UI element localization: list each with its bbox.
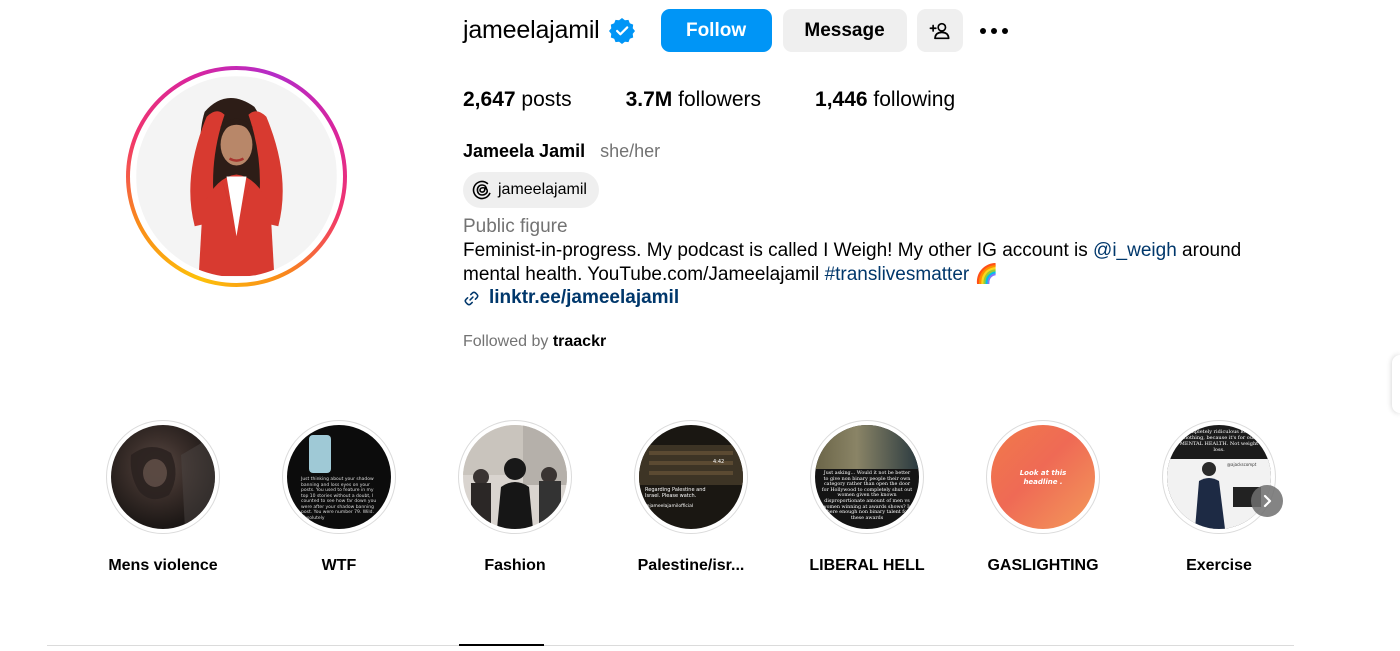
highlight-cover-mens-violence bbox=[111, 425, 215, 529]
highlight-ring: Just asking... Would it not be better to… bbox=[810, 420, 924, 534]
phone-icon bbox=[309, 435, 331, 473]
story-highlights: Mens violence Just thinking about your s… bbox=[103, 420, 1335, 575]
following-value: 1,446 bbox=[815, 88, 868, 111]
side-panel-handle[interactable] bbox=[1392, 355, 1400, 413]
highlight-cover-illustration bbox=[639, 445, 743, 485]
avatar-inner bbox=[130, 70, 343, 283]
gaslighting-cover-text: Look at this headline . bbox=[1019, 469, 1067, 486]
highlight-cover-illustration bbox=[463, 425, 567, 529]
posts-label: posts bbox=[521, 88, 572, 111]
highlight-label: Fashion bbox=[484, 557, 546, 574]
profile-link[interactable]: linktr.ee/jameelajamil bbox=[463, 287, 679, 309]
highlight-label: Mens violence bbox=[108, 557, 218, 574]
followed-by-user: traackr bbox=[552, 333, 607, 350]
highlight-cover-palestine: 4:42 Regarding Palestine and Israel. Ple… bbox=[639, 425, 743, 529]
followers-label: followers bbox=[678, 88, 762, 111]
highlight-item[interactable]: Just asking... Would it not be better to… bbox=[807, 420, 927, 575]
full-name: Jameela Jamil bbox=[463, 141, 586, 161]
verified-badge-icon bbox=[608, 17, 635, 44]
highlight-cover-fashion bbox=[463, 425, 567, 529]
wtf-cover-text: Just thinking about your shadow banning … bbox=[301, 477, 377, 521]
message-button[interactable]: Message bbox=[782, 9, 907, 52]
highlight-item[interactable]: Mens violence bbox=[103, 420, 223, 575]
highlight-ring bbox=[106, 420, 220, 534]
bio-part-1: Feminist-in-progress. My podcast is call… bbox=[463, 240, 1094, 261]
highlight-item[interactable]: 4:42 Regarding Palestine and Israel. Ple… bbox=[631, 420, 751, 575]
profile-avatar-ring[interactable] bbox=[126, 66, 347, 287]
highlight-label: Exercise bbox=[1186, 557, 1252, 574]
highlight-cover-liberal-hell: Just asking... Would it not be better to… bbox=[815, 425, 919, 529]
highlight-item[interactable]: Just thinking about your shadow banning … bbox=[279, 420, 399, 575]
followers-link[interactable]: 3.7M followers bbox=[626, 88, 761, 112]
highlights-next-button[interactable] bbox=[1251, 485, 1283, 517]
highlight-cover-illustration bbox=[130, 435, 215, 529]
profile-category: Public figure bbox=[463, 216, 568, 237]
highlight-label: Palestine/isr... bbox=[637, 557, 745, 574]
threads-icon bbox=[472, 180, 492, 200]
following-label: following bbox=[873, 88, 956, 111]
bio-hashtag-link[interactable]: #translivesmatter bbox=[825, 264, 970, 285]
highlight-cover-illustration bbox=[1195, 462, 1261, 529]
tabs-divider bbox=[47, 645, 1294, 646]
threads-badge[interactable]: jameelajamil bbox=[463, 172, 599, 208]
avatar-photo-illustration bbox=[137, 77, 336, 276]
highlight-cover-gaslighting: Look at this headline . bbox=[991, 425, 1095, 529]
posts-count: 2,647 posts bbox=[463, 88, 572, 112]
highlight-ring: Just thinking about your shadow banning … bbox=[282, 420, 396, 534]
highlight-ring: 4:42 Regarding Palestine and Israel. Ple… bbox=[634, 420, 748, 534]
active-tab-indicator bbox=[459, 644, 544, 646]
pronouns: she/her bbox=[600, 141, 661, 161]
following-link[interactable]: 1,446 following bbox=[815, 88, 955, 112]
highlight-label: GASLIGHTING bbox=[987, 557, 1099, 574]
highlight-ring bbox=[458, 420, 572, 534]
posts-value: 2,647 bbox=[463, 88, 516, 111]
highlight-cover-wtf: Just thinking about your shadow banning … bbox=[287, 425, 391, 529]
chevron-right-icon bbox=[1263, 494, 1272, 508]
highlight-label: WTF bbox=[321, 557, 357, 574]
profile-stats: 2,647 posts 3.7M followers 1,446 followi… bbox=[463, 88, 1009, 112]
rainbow-emoji: 🌈 bbox=[974, 264, 999, 285]
highlight-label: LIBERAL HELL bbox=[809, 557, 925, 574]
threads-handle: jameelajamil bbox=[498, 181, 587, 198]
name-line: Jameela Jamil she/her bbox=[463, 141, 660, 162]
followers-value: 3.7M bbox=[625, 88, 673, 111]
followed-by-prefix: Followed by bbox=[463, 333, 549, 350]
cover-photo-strip bbox=[815, 425, 919, 469]
link-icon bbox=[464, 291, 479, 305]
highlight-cover-exercise: completely ridiculous loose clothing, be… bbox=[1167, 425, 1271, 529]
suggested-users-button[interactable] bbox=[916, 9, 963, 52]
highlight-ring: Look at this headline . bbox=[986, 420, 1100, 534]
highlight-item[interactable]: Look at this headline . GASLIGHTING bbox=[983, 420, 1103, 575]
palestine-cover-handle: @jameelajamilofficial bbox=[645, 504, 694, 509]
add-user-icon bbox=[929, 22, 950, 39]
follow-button[interactable]: Follow bbox=[660, 9, 772, 52]
avatar[interactable] bbox=[136, 76, 337, 277]
username: jameelajamil bbox=[463, 16, 600, 44]
highlight-ring: completely ridiculous loose clothing, be… bbox=[1162, 420, 1276, 534]
bio-mention-link[interactable]: @i_weigh bbox=[1093, 240, 1177, 261]
more-options-button[interactable] bbox=[971, 9, 1017, 52]
linktree-link[interactable]: linktr.ee/jameelajamil bbox=[489, 287, 679, 309]
palestine-video-time: 4:42 bbox=[713, 459, 725, 465]
highlight-item[interactable]: Fashion bbox=[455, 420, 575, 575]
liberal-cover-text: Just asking... Would it not be better to… bbox=[821, 471, 913, 521]
more-dots-icon bbox=[979, 27, 1008, 34]
profile-header-row: jameelajamil Follow Message bbox=[463, 9, 1017, 52]
palestine-cover-text: Regarding Palestine and Israel. Please w… bbox=[645, 487, 706, 499]
followed-by[interactable]: Followed by traackr bbox=[463, 333, 606, 351]
bio-text: Feminist-in-progress. My podcast is call… bbox=[463, 239, 1283, 287]
